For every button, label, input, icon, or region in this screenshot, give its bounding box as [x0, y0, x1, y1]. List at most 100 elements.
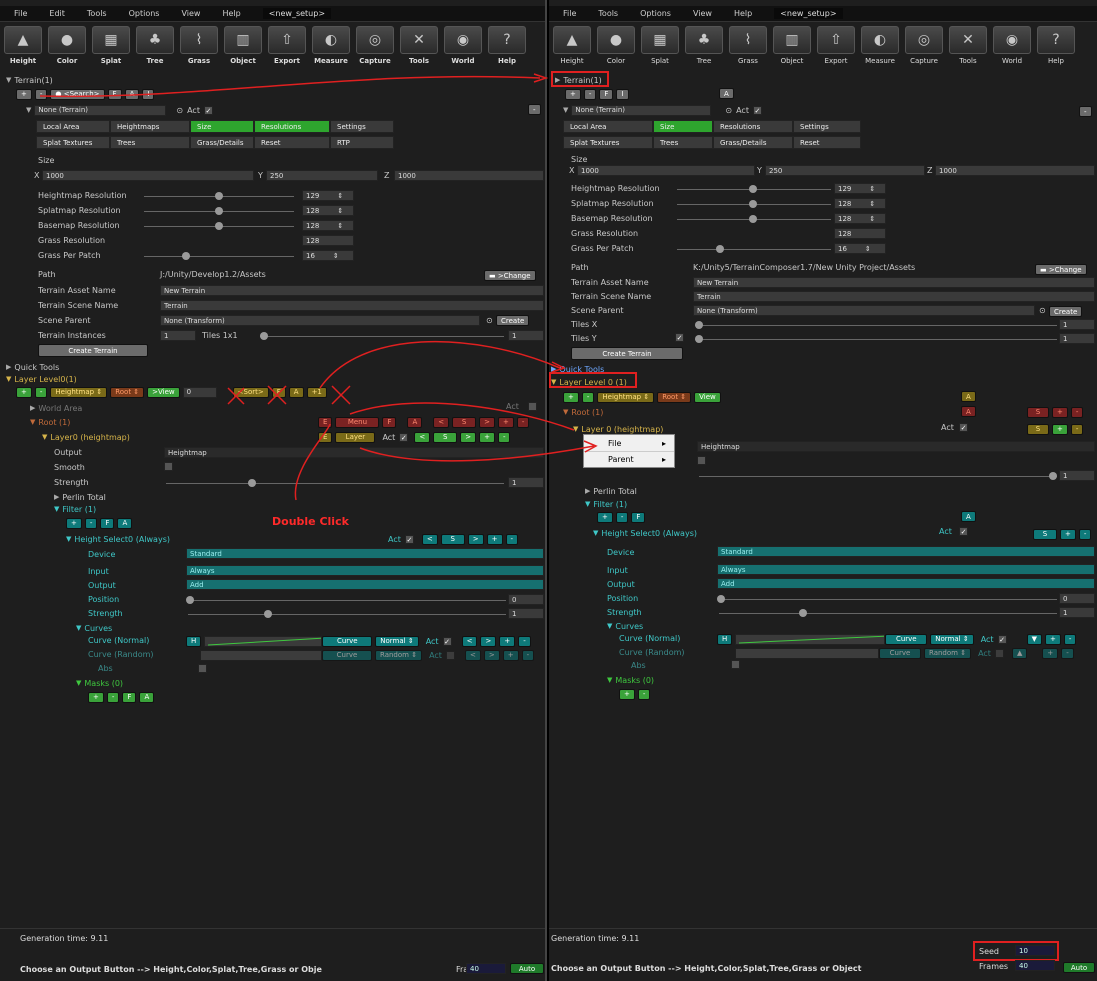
filter-s-button[interactable]: S [1033, 528, 1057, 540]
filter-add-button[interactable]: + [597, 511, 613, 523]
size-x-field[interactable]: 1000 [577, 165, 755, 176]
root-a-button[interactable]: A [407, 416, 423, 428]
menu-view[interactable]: View [181, 9, 200, 18]
tool-button-capture[interactable]: ◎ Capture [903, 26, 945, 70]
tiles-x-field[interactable]: 1 [1059, 319, 1095, 330]
strength-slider[interactable] [699, 472, 1057, 480]
height-select-row[interactable]: ▼ Height Select0 (Always) [593, 527, 697, 539]
scene-name-field[interactable]: Terrain [693, 291, 1095, 302]
filter-strength-slider[interactable] [719, 609, 1057, 617]
root-s-button[interactable]: S [452, 416, 477, 428]
filter-f-button[interactable]: F [631, 511, 646, 523]
resolution-slider[interactable] [677, 215, 831, 223]
layer0-row[interactable]: ▼ Layer0 (heightmap) [42, 431, 130, 443]
a-button[interactable]: A [124, 88, 140, 100]
smooth-checkbox[interactable] [697, 456, 706, 465]
remove-layer-button[interactable]: - [581, 391, 595, 403]
layer-s-button[interactable]: S [1027, 423, 1049, 435]
curves-row[interactable]: ▼ Curves [607, 620, 643, 632]
curve-left-button[interactable]: < [461, 635, 478, 647]
layer-right-button[interactable]: > [460, 431, 477, 443]
setup-name[interactable]: <new_setup> [774, 8, 843, 19]
strength-field[interactable]: 1 [1059, 470, 1095, 481]
abs-checkbox[interactable] [198, 664, 207, 673]
create-parent-button[interactable]: Create [1049, 306, 1083, 317]
root-f-button[interactable]: F [382, 416, 397, 428]
slider-knob[interactable] [749, 200, 757, 208]
tool-button-export[interactable]: ⇧ Export [266, 26, 308, 70]
tiles-y-field[interactable]: 1 [1059, 333, 1095, 344]
auto-button[interactable]: Auto [1063, 962, 1095, 973]
random-remove-button[interactable]: - [1061, 647, 1074, 659]
curve-button[interactable]: Curve [885, 633, 928, 645]
add-terrain-button[interactable]: + [565, 88, 581, 100]
menu-file[interactable]: File [14, 9, 27, 18]
root-a-button[interactable]: A [961, 406, 976, 417]
filter-output-dropdown[interactable]: Add [186, 579, 544, 590]
layer-act-checkbox[interactable]: ✓ [959, 423, 968, 432]
tool-button-object[interactable]: ▥ Object [222, 26, 264, 70]
random-remove-button[interactable]: - [521, 649, 535, 661]
input-dropdown[interactable]: Always [717, 564, 1095, 575]
smooth-checkbox[interactable] [164, 462, 173, 471]
filter-a-button[interactable]: A [961, 511, 976, 522]
resolution-dropdown[interactable]: 128 ⇕ [302, 220, 354, 231]
i-button[interactable]: I [142, 88, 155, 100]
layer-act-checkbox[interactable]: ✓ [399, 432, 409, 442]
resolution-dropdown[interactable]: 128 [834, 228, 886, 239]
curve-act-checkbox[interactable]: ✓ [997, 634, 1007, 644]
position-slider[interactable] [186, 596, 506, 604]
tool-button-world[interactable]: ◉ World [442, 26, 484, 70]
frames-field[interactable]: 40 [1015, 960, 1055, 971]
tool-button-tools[interactable]: ✕ Tools [398, 26, 440, 70]
random-left-button[interactable]: < [464, 649, 481, 661]
resolution-slider[interactable] [677, 200, 831, 208]
random-add-button[interactable]: + [1042, 647, 1059, 659]
menu-tools[interactable]: Tools [598, 9, 618, 18]
tab-grass-details[interactable]: Grass/Details [713, 136, 793, 149]
curve-random-preview[interactable] [200, 649, 322, 661]
slider-knob[interactable] [215, 222, 223, 230]
root-e-button[interactable]: E [318, 416, 333, 428]
resolution-dropdown[interactable]: 129 ⇕ [834, 183, 886, 194]
resolution-slider[interactable] [144, 207, 294, 215]
root-add-button[interactable]: + [1052, 406, 1068, 418]
tab-trees[interactable]: Trees [653, 136, 713, 149]
menu-file[interactable]: File [563, 9, 576, 18]
menu-edit[interactable]: Edit [49, 9, 65, 18]
random-add-button[interactable]: + [502, 649, 519, 661]
terrain-header[interactable]: ▼ Terrain(1) [6, 74, 53, 86]
device-dropdown[interactable]: Standard [186, 548, 544, 559]
curve-h-button[interactable]: H [186, 635, 202, 647]
input-dropdown[interactable]: Always [186, 565, 544, 576]
tool-button-color[interactable]: ● Color [595, 26, 637, 70]
scene-parent-field[interactable]: None (Transform) [160, 315, 480, 326]
root-left-button[interactable]: < [433, 416, 450, 428]
filter-remove-button[interactable]: - [84, 517, 98, 529]
strength-field[interactable]: 1 [508, 477, 544, 488]
resolution-slider[interactable] [144, 192, 294, 200]
root-dropdown[interactable]: Root ⇕ [110, 386, 145, 398]
collapse-button[interactable]: - [528, 104, 541, 115]
f-button[interactable]: F [271, 386, 286, 398]
remove-terrain-button[interactable]: - [583, 88, 597, 100]
heightmap-dropdown[interactable]: Heightmap ⇕ [597, 391, 655, 403]
random-dropdown[interactable]: Random ⇕ [924, 647, 972, 659]
tab-rtp[interactable]: RTP [330, 136, 394, 149]
world-act-checkbox[interactable] [528, 402, 537, 411]
resolution-dropdown[interactable]: 16 ⇕ [834, 243, 886, 254]
tiles-y-slider[interactable] [695, 335, 1057, 343]
slider-knob[interactable] [1049, 472, 1057, 480]
slider-knob[interactable] [716, 245, 724, 253]
sort-button[interactable]: <Sort> [232, 386, 269, 398]
f-button[interactable]: F [107, 88, 122, 100]
size-x-field[interactable]: 1000 [42, 170, 254, 181]
resolution-slider[interactable] [677, 245, 831, 253]
resolution-dropdown[interactable]: 128 ⇕ [834, 213, 886, 224]
position-field[interactable]: 0 [1059, 593, 1095, 604]
slider-knob[interactable] [695, 321, 703, 329]
tool-button-export[interactable]: ⇧ Export [815, 26, 857, 70]
resolution-dropdown[interactable]: 16 ⇕ [302, 250, 354, 261]
context-menu-parent[interactable]: Parent ▸ [584, 451, 674, 467]
view-index-field[interactable]: 0 [182, 386, 217, 398]
